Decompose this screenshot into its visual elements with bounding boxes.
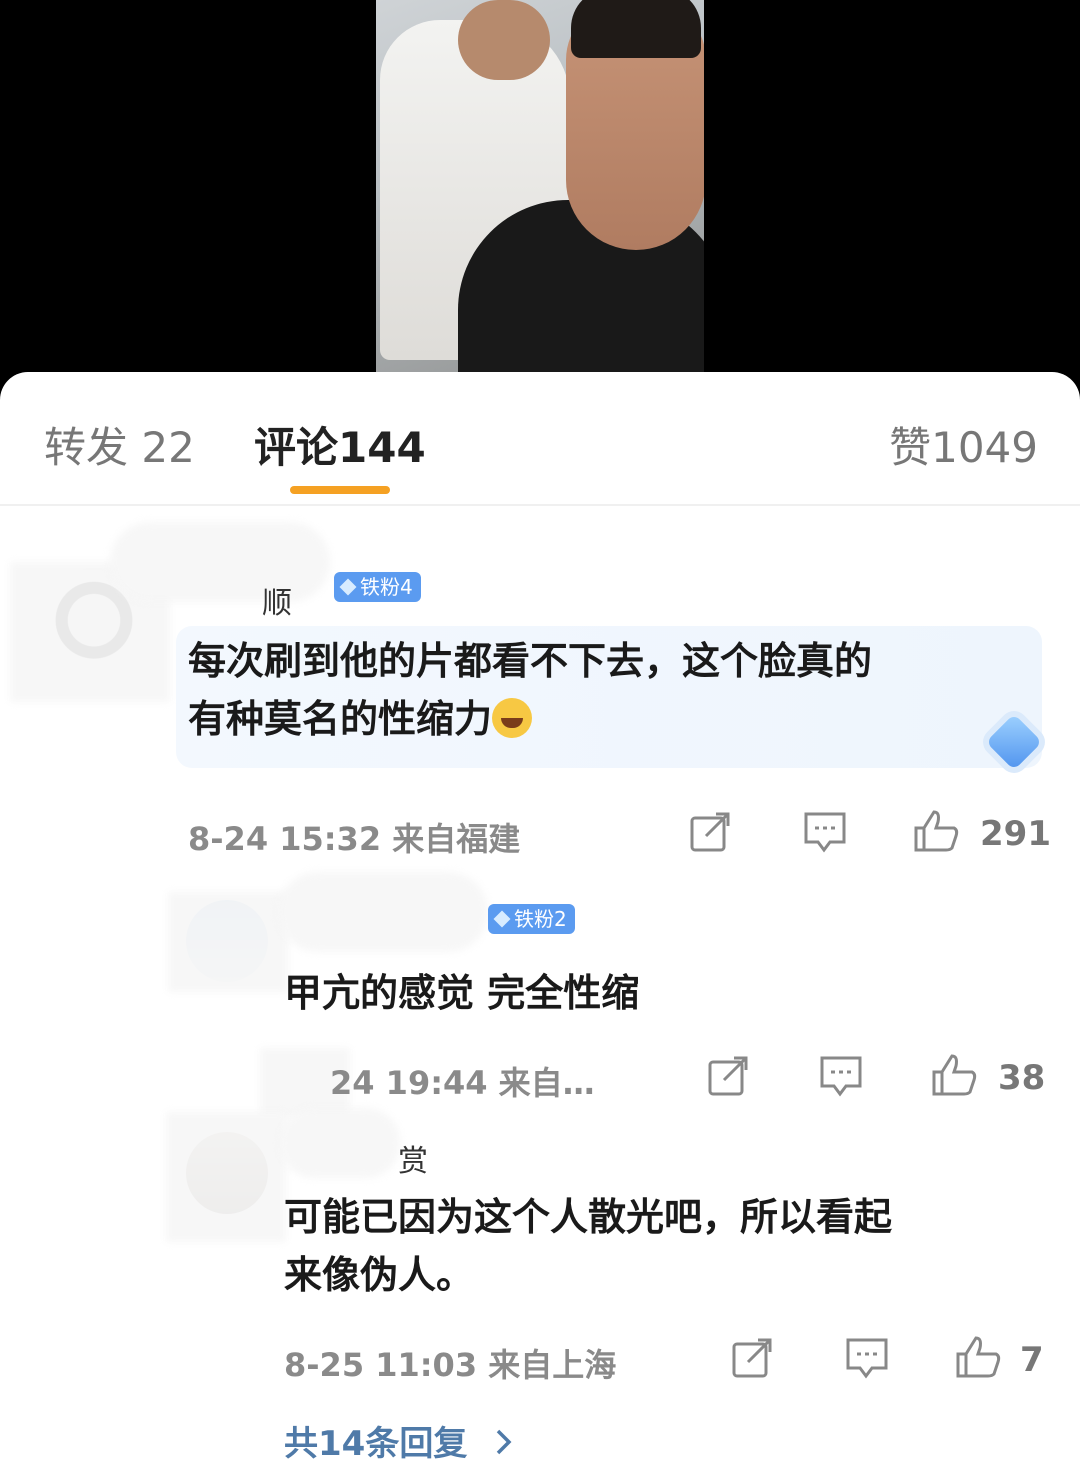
reply-text: 甲亢的感觉 完全性缩	[284, 971, 640, 1015]
fan-badge-label: 铁粉4	[360, 575, 413, 599]
reply-meta: 8-25 11:03 来自上海	[284, 1340, 616, 1386]
share-icon[interactable]	[688, 810, 732, 854]
fan-badge[interactable]: 铁粉2	[488, 904, 575, 934]
reply-time: 24 19:44	[330, 1064, 488, 1102]
privacy-mosaic	[166, 1112, 286, 1242]
reply-text: 可能已因为这个人散光吧，所以看起 来像伪人。	[284, 1188, 892, 1304]
tab-likes[interactable]: 赞1049	[889, 414, 1038, 475]
like-icon[interactable]	[930, 1052, 980, 1098]
reply-time: 8-25 11:03	[284, 1346, 478, 1384]
like-count: 38	[998, 1058, 1046, 1098]
reply-location: 来自上海	[488, 1346, 617, 1384]
comment-meta: 8-24 15:32 来自福建	[188, 814, 520, 860]
comment-text: 每次刷到他的片都看不下去，这个脸真的 有种莫名的性缩力	[188, 632, 872, 748]
reply-meta: 24 19:44 来自…	[330, 1058, 595, 1104]
privacy-mosaic	[168, 892, 288, 992]
share-icon[interactable]	[730, 1336, 774, 1380]
privacy-mosaic	[110, 522, 330, 602]
person-background-head	[458, 0, 550, 80]
tab-bar: 转发 22 评论144 赞1049	[0, 372, 1080, 506]
like-icon[interactable]	[912, 808, 962, 854]
comment-icon[interactable]	[802, 810, 848, 854]
tab-comments[interactable]: 评论144	[254, 414, 426, 475]
diamond-icon	[339, 578, 357, 596]
like-count: 7	[1020, 1340, 1044, 1380]
view-more-replies-link[interactable]: 共14条回复	[284, 1416, 515, 1465]
reply-location: 来自…	[498, 1064, 595, 1102]
comment-icon[interactable]	[844, 1336, 890, 1380]
comment-text-line-content: 有种莫名的性缩力	[188, 697, 493, 741]
like-icon[interactable]	[954, 1334, 1004, 1380]
like-count: 291	[980, 814, 1051, 854]
reply-text-line: 来像伪人。	[284, 1253, 475, 1297]
reply-text-line: 可能已因为这个人散光吧，所以看起	[284, 1195, 893, 1239]
video-area[interactable]	[0, 0, 1080, 372]
more-replies-label: 共14条回复	[284, 1424, 468, 1464]
active-tab-indicator	[290, 486, 390, 494]
share-icon[interactable]	[706, 1054, 750, 1098]
chevron-right-icon	[496, 1429, 512, 1455]
username[interactable]: 赏	[398, 1136, 428, 1180]
username[interactable]: 顺	[262, 578, 292, 622]
comment-time: 8-24 15:32	[188, 820, 382, 858]
comments-panel: 转发 22 评论144 赞1049 顺 铁粉4 每次刷到他的片都看不下去，这个脸…	[0, 372, 1080, 1470]
laughing-emoji-icon	[492, 698, 533, 738]
fan-badge-label: 铁粉2	[514, 907, 567, 931]
comment-icon[interactable]	[818, 1054, 864, 1098]
tab-repost[interactable]: 转发 22	[44, 414, 195, 475]
diamond-icon	[493, 910, 511, 928]
person-foreground-hair	[571, 0, 701, 58]
video-thumbnail[interactable]	[376, 0, 704, 372]
comment-text-line: 有种莫名的性缩力	[188, 690, 872, 748]
comment-location: 来自福建	[392, 820, 521, 858]
fan-badge[interactable]: 铁粉4	[334, 572, 421, 602]
comment-text-line: 每次刷到他的片都看不下去，这个脸真的	[188, 639, 873, 683]
privacy-mosaic	[280, 1108, 400, 1178]
privacy-mosaic	[278, 872, 488, 952]
